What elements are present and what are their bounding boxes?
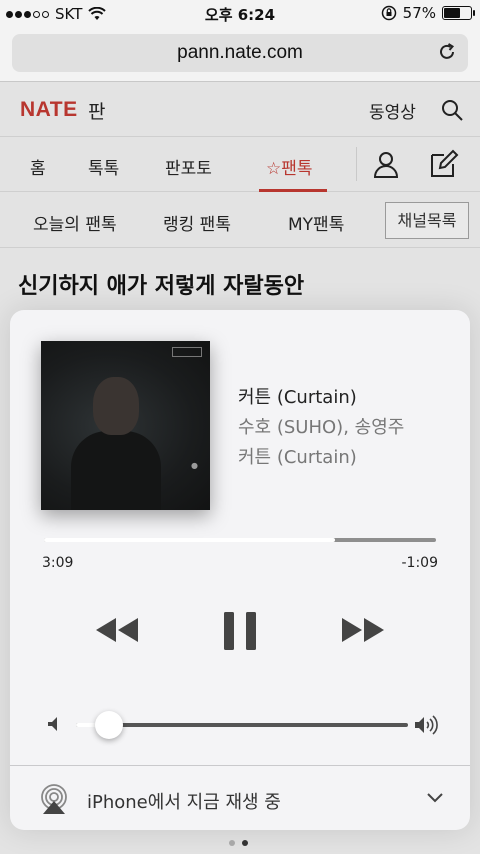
secondary-nav: 오늘의 팬톡 랭킹 팬톡 MY팬톡 채널목록 [0,192,480,248]
video-link[interactable]: 동영상 [369,98,416,123]
elapsed-time: 3:09 [42,555,74,571]
tab-my-fantok[interactable]: MY팬톡 [288,210,344,235]
panel-divider [10,765,470,766]
playback-progress-fill [44,538,336,542]
search-icon[interactable] [440,98,464,122]
battery-icon [442,6,475,20]
airplay-label[interactable]: iPhone에서 지금 재생 중 [87,788,281,814]
status-bar: SKT 오후 6:24 57% [0,0,480,28]
rewind-icon[interactable] [94,615,142,645]
user-icon[interactable] [371,149,401,179]
album-art[interactable]: ● [41,341,210,510]
nav-divider [356,147,357,181]
page-dot-active [242,840,248,846]
tab-fantok[interactable]: ☆팬톡 [266,154,313,179]
chevron-down-icon[interactable] [425,790,445,806]
remaining-time: -1:09 [401,555,439,571]
page-dot [229,840,235,846]
volume-high-icon [415,715,438,735]
album-name: 커튼 (Curtain) [238,447,357,468]
now-playing-panel: ● 커튼 (Curtain) 수호 (SUHO), 송영주 커튼 (Curtai… [10,310,470,830]
tab-pannphoto[interactable]: 판포토 [165,154,212,179]
tab-home[interactable]: 홈 [30,154,46,179]
compose-icon[interactable] [429,149,459,179]
album-art-stamp [172,347,202,357]
url-text: pann.nate.com [177,42,303,63]
post-headline[interactable]: 신기하지 애가 저렇게 자랄동안 [18,268,304,300]
primary-nav: 홈 톡톡 판포토 ☆팬톡 [0,136,480,192]
pann-logo-label[interactable]: 판 [88,97,105,124]
volume-low-icon [48,717,57,731]
orientation-lock-icon [381,5,396,21]
tab-today-fantok[interactable]: 오늘의 팬톡 [33,210,117,235]
address-bar[interactable]: pann.nate.com [12,34,468,72]
volume-knob[interactable] [95,711,124,739]
fast-forward-icon[interactable] [338,615,386,645]
volume-slider[interactable] [76,723,408,727]
pause-icon[interactable] [221,610,259,652]
song-title: 커튼 (Curtain) [238,387,357,408]
channel-list-button[interactable]: 채널목록 [385,202,469,239]
airplay-icon[interactable] [38,783,70,815]
site-header: NATE 판 동영상 [0,82,480,136]
tab-toktok[interactable]: 톡톡 [88,154,119,179]
tab-ranking-fantok[interactable]: 랭킹 팬톡 [163,210,231,235]
artist-name: 수호 (SUHO), 송영주 [238,417,405,438]
browser-toolbar: pann.nate.com [0,28,480,82]
album-art-mark: ● [191,461,198,470]
nate-logo[interactable]: NATE [20,98,78,122]
battery-percent: 57% [402,4,436,22]
playback-scrubber[interactable] [44,538,436,542]
reload-icon[interactable] [436,41,458,63]
page-indicator [229,840,248,846]
